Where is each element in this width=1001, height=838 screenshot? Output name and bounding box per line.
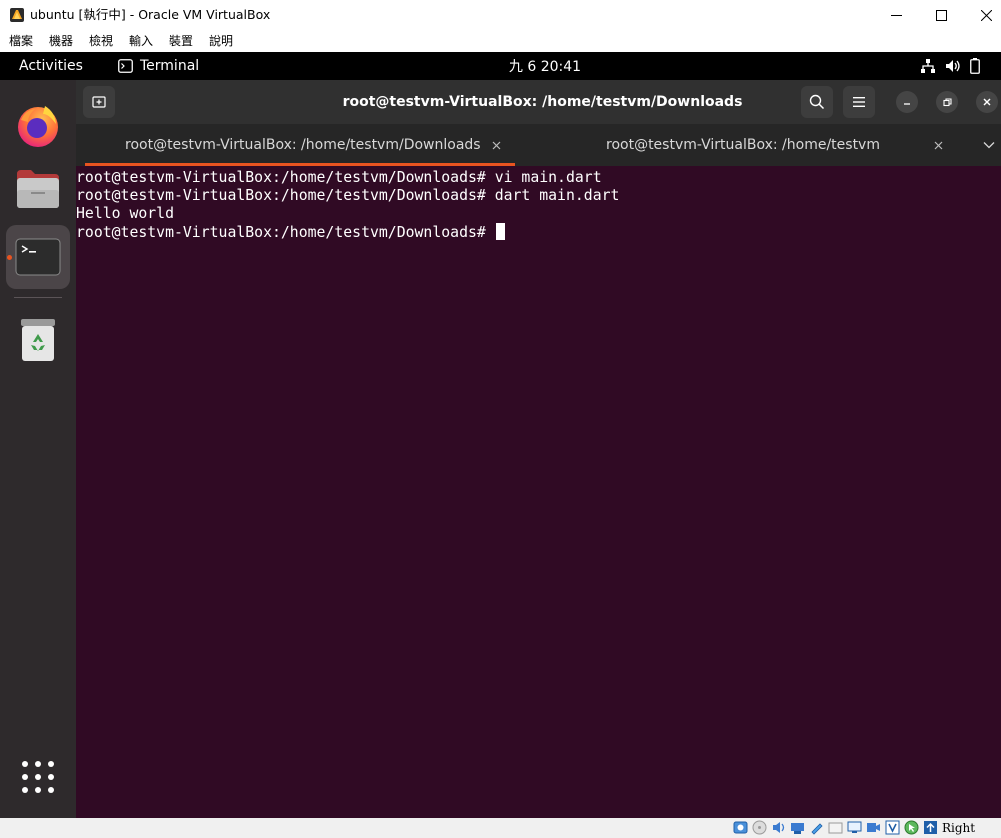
new-tab-button[interactable] xyxy=(83,86,115,118)
virtualbox-app-icon xyxy=(10,8,24,22)
tab-close-button[interactable] xyxy=(489,138,503,152)
close-icon xyxy=(934,141,942,149)
terminal-close-button[interactable] xyxy=(976,91,998,113)
search-button[interactable] xyxy=(801,86,833,118)
tab-home[interactable]: root@testvm-VirtualBox: /home/testvm xyxy=(524,124,964,166)
display-icon[interactable] xyxy=(847,820,862,835)
close-icon xyxy=(980,9,992,21)
menu-input[interactable]: 輸入 xyxy=(129,30,153,52)
hamburger-icon xyxy=(853,97,865,107)
hard-disk-icon[interactable] xyxy=(733,820,748,835)
new-tab-icon xyxy=(92,96,106,108)
terminal-prompt: root@testvm-VirtualBox:/home/testvm/Down… xyxy=(76,224,495,241)
gnome-topbar: Activities Terminal 九 6 20:41 xyxy=(0,52,1001,80)
tab-label: root@testvm-VirtualBox: /home/testvm/Dow… xyxy=(125,137,481,153)
system-tray[interactable] xyxy=(920,57,980,75)
running-indicator xyxy=(7,255,12,260)
audio-icon[interactable] xyxy=(771,820,786,835)
terminal-headerbar: root@testvm-VirtualBox: /home/testvm/Dow… xyxy=(76,80,1001,124)
host-key-label: Right Ctrl xyxy=(942,821,976,835)
maximize-icon xyxy=(935,9,947,21)
terminal-window-title: root@testvm-VirtualBox: /home/testvm/Dow… xyxy=(342,94,743,110)
app-grid-icon xyxy=(22,761,54,793)
dock-terminal[interactable] xyxy=(6,225,70,289)
app-menu-button[interactable]: Terminal xyxy=(118,52,199,80)
text-cursor xyxy=(495,223,505,240)
terminal-line: root@testvm-VirtualBox:/home/testvm/Down… xyxy=(76,169,602,186)
menu-machine[interactable]: 機器 xyxy=(49,30,73,52)
dock-trash[interactable] xyxy=(6,308,70,372)
tab-label: root@testvm-VirtualBox: /home/testvm xyxy=(606,137,880,153)
search-icon xyxy=(809,94,825,110)
firefox-icon xyxy=(18,106,58,147)
host-key-arrow-icon[interactable] xyxy=(923,820,938,835)
dock-firefox[interactable] xyxy=(6,93,70,157)
tab-downloads[interactable]: root@testvm-VirtualBox: /home/testvm/Dow… xyxy=(76,124,524,166)
menu-devices[interactable]: 裝置 xyxy=(169,30,193,52)
menu-button[interactable] xyxy=(843,86,875,118)
chevron-down-icon xyxy=(983,142,995,149)
tab-list-button[interactable] xyxy=(982,138,996,152)
network-icon xyxy=(921,59,935,73)
terminal-line: Hello world xyxy=(76,205,174,222)
dock-files[interactable] xyxy=(6,157,70,221)
network-adapter-icon[interactable] xyxy=(790,820,805,835)
close-icon xyxy=(983,98,991,106)
dock-show-applications[interactable] xyxy=(6,745,70,809)
minimize-button[interactable] xyxy=(873,0,919,30)
files-icon xyxy=(17,170,59,208)
restore-icon xyxy=(942,97,952,106)
trash-icon xyxy=(21,319,55,361)
terminal-icon xyxy=(15,238,61,276)
optical-drive-icon[interactable] xyxy=(752,820,767,835)
menu-view[interactable]: 檢視 xyxy=(89,30,113,52)
mouse-integration-icon[interactable] xyxy=(904,820,919,835)
recording-icon[interactable] xyxy=(866,820,881,835)
minimize-icon xyxy=(904,103,910,105)
virtualization-icon[interactable] xyxy=(885,820,900,835)
terminal-minimize-button[interactable] xyxy=(896,91,918,113)
host-window-title: ubuntu [執行中] - Oracle VM VirtualBox xyxy=(30,7,271,22)
menu-file[interactable]: 檔案 xyxy=(9,30,33,52)
terminal-tabbar: root@testvm-VirtualBox: /home/testvm/Dow… xyxy=(76,124,1001,166)
terminal-prompt-line: root@testvm-VirtualBox:/home/testvm/Down… xyxy=(76,223,505,242)
tab-close-button[interactable] xyxy=(931,138,945,152)
shared-folder-icon[interactable] xyxy=(828,820,843,835)
terminal-output[interactable]: root@testvm-VirtualBox:/home/testvm/Down… xyxy=(76,166,1001,818)
usb-icon[interactable] xyxy=(809,820,824,835)
dock xyxy=(0,80,76,818)
activities-button[interactable]: Activities xyxy=(19,52,83,80)
volume-icon xyxy=(946,60,960,72)
close-button[interactable] xyxy=(963,0,1001,30)
app-menu-label: Terminal xyxy=(140,58,200,74)
vbox-statusbar: Right Ctrl xyxy=(0,818,1001,838)
battery-icon xyxy=(970,58,980,74)
terminal-small-icon xyxy=(118,59,133,73)
terminal-maximize-button[interactable] xyxy=(936,91,958,113)
host-titlebar: ubuntu [執行中] - Oracle VM VirtualBox xyxy=(0,0,1001,30)
terminal-line: root@testvm-VirtualBox:/home/testvm/Down… xyxy=(76,187,620,204)
maximize-button[interactable] xyxy=(918,0,964,30)
dock-separator xyxy=(14,297,62,298)
clock[interactable]: 九 6 20:41 xyxy=(500,52,590,82)
host-menubar: 檔案 機器 檢視 輸入 裝置 說明 xyxy=(0,30,1001,52)
minimize-icon xyxy=(890,14,902,16)
menu-help[interactable]: 說明 xyxy=(209,30,233,52)
close-icon xyxy=(492,141,500,149)
